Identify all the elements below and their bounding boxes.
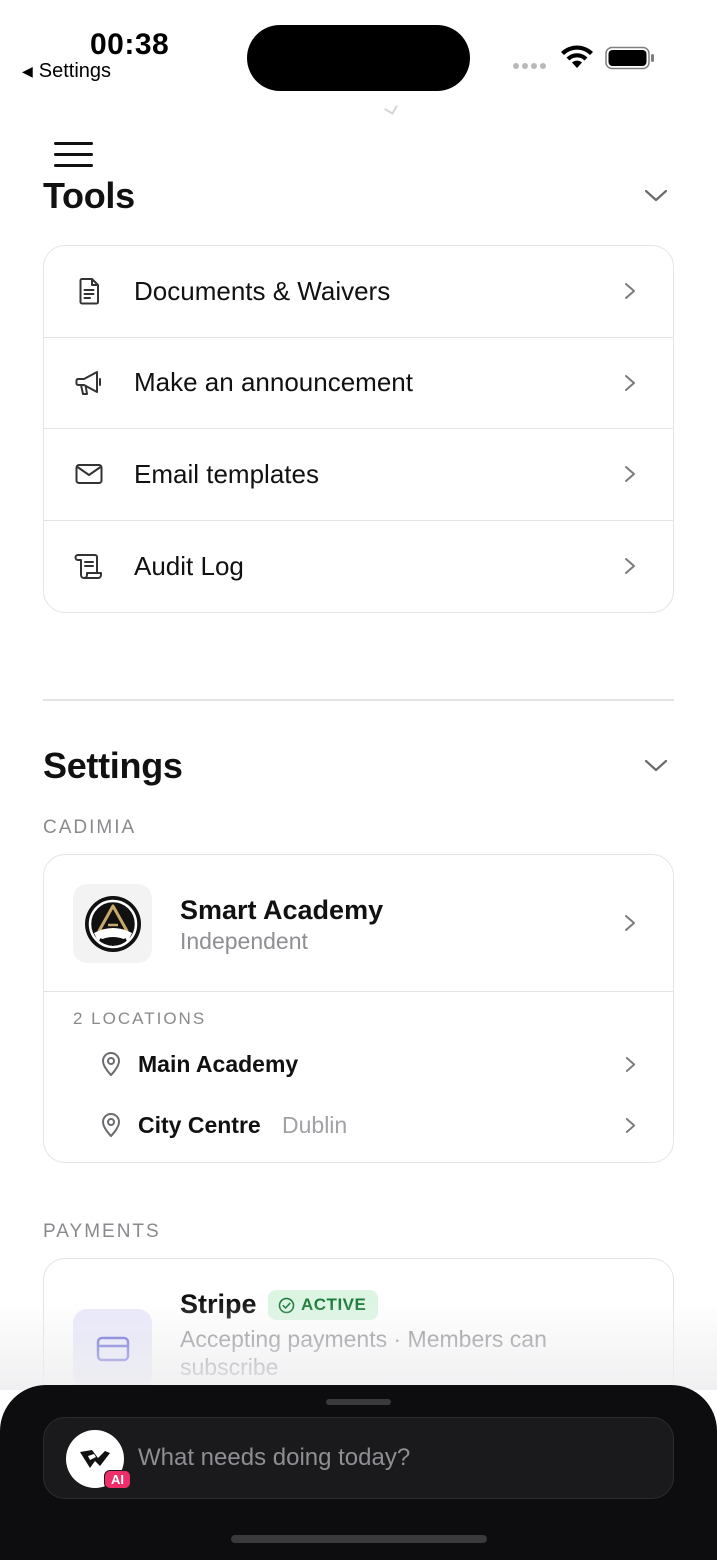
location-row-main-academy[interactable]: Main Academy [44,1037,673,1093]
scroll-icon [74,554,102,580]
academy-type: Independent [180,928,308,954]
tools-item-make-announcement[interactable]: Make an announcement [44,338,673,429]
battery-icon [605,46,654,70]
status-badge-label: ACTIVE [301,1295,367,1314]
settings-section-title: Settings [43,745,183,786]
academy-row[interactable]: Smart Academy Independent [44,855,673,992]
tools-item-label: Make an announcement [134,367,413,398]
assistant-sheet: AI What needs doing today? [0,1385,717,1560]
academy-crest-icon [84,895,141,952]
locations-count-label: 2 LOCATIONS [73,1009,207,1028]
chevron-right-icon [625,374,635,391]
status-badge: ACTIVE [268,1290,379,1320]
status-clock: 00:38 [90,28,170,61]
chevron-right-icon [625,558,635,575]
status-bar: 00:38 ◀ Settings [0,0,717,120]
menu-hamburger-icon[interactable] [54,142,94,170]
credit-card-icon [96,1336,129,1361]
tools-item-audit-log[interactable]: Audit Log [44,521,673,613]
tools-card: Documents & Waivers Make an announcement… [43,245,674,613]
assistant-chat-input[interactable]: AI What needs doing today? [43,1417,674,1499]
assistant-input-placeholder: What needs doing today? [138,1444,411,1471]
location-row-city-centre[interactable]: City Centre Dublin [44,1098,673,1154]
location-pin-icon [102,1052,120,1076]
tools-item-documents-waivers[interactable]: Documents & Waivers [44,246,673,338]
academy-name: Smart Academy [180,895,384,925]
tools-item-label: Documents & Waivers [134,275,391,306]
check-circle-icon [278,1297,295,1313]
ai-badge: AI [104,1470,131,1489]
chevron-right-icon [625,915,635,931]
tools-item-email-templates[interactable]: Email templates [44,429,673,521]
back-triangle-icon: ◀ [22,63,33,79]
dynamic-island [247,25,470,91]
assistant-logo-icon [80,1450,110,1468]
chevron-right-icon [625,466,635,483]
stripe-icon-box [73,1309,152,1388]
stripe-name: Stripe [180,1289,257,1319]
home-indicator [231,1535,487,1543]
sheet-grabber[interactable] [326,1399,391,1405]
tools-item-label: Audit Log [134,550,244,581]
tools-section-title: Tools [43,175,135,216]
chevron-right-icon [625,1057,636,1072]
settings-collapse-chevron-icon[interactable] [642,755,670,775]
organization-label: CADIMIA [43,817,137,838]
chevron-right-icon [625,1118,636,1133]
academy-logo [73,884,152,963]
back-to-settings-link[interactable]: ◀ Settings [22,60,111,83]
section-divider [43,699,674,701]
location-name: Main Academy [138,1051,299,1077]
location-name: City Centre [138,1112,261,1138]
back-link-label: Settings [38,60,112,82]
stripe-description: Accepting payments · Members can subscri… [180,1326,547,1380]
tools-item-label: Email templates [134,458,319,489]
tools-collapse-chevron-icon[interactable] [642,185,670,205]
location-city: Dublin [282,1112,348,1138]
cellular-signal-icon [513,63,546,69]
chevron-right-icon [625,283,635,300]
academy-card: Smart Academy Independent 2 LOCATIONS Ma… [43,854,674,1163]
document-icon [79,278,99,305]
wifi-icon [561,45,593,68]
megaphone-icon [75,370,101,395]
mail-icon [75,464,103,485]
location-pin-icon [102,1113,120,1137]
payments-label: PAYMENTS [43,1221,161,1242]
